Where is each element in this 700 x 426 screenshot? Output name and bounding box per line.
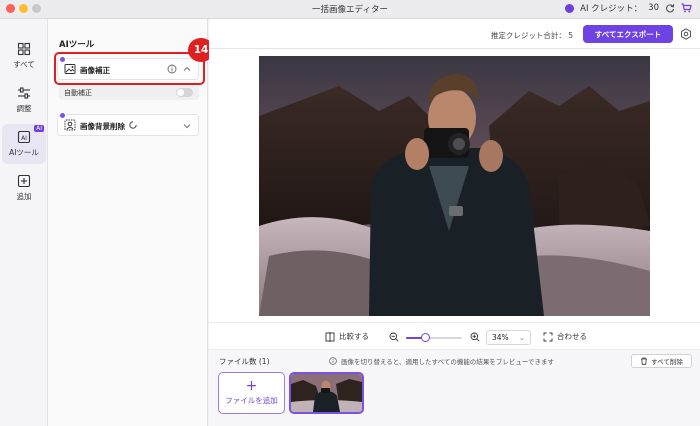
chevron-down-icon: ⌄ [518, 333, 525, 342]
add-file-button[interactable]: + ファイルを追加 [218, 372, 285, 414]
rail-item-all[interactable]: すべて [2, 36, 46, 76]
credit-area: AI クレジット： 30 [565, 2, 692, 14]
ai-icon: AI [17, 130, 31, 144]
fit-button[interactable]: 合わせる [543, 331, 587, 342]
fit-screen-icon [543, 332, 553, 341]
panel-title: AIツール [59, 40, 95, 50]
rail-item-add[interactable]: 追加 [2, 168, 46, 208]
plus-icon: + [245, 378, 258, 394]
trash-icon [641, 357, 648, 365]
svg-text:AI: AI [21, 135, 27, 142]
sliders-icon [18, 87, 30, 99]
compare-button[interactable]: 比較する [325, 331, 369, 342]
zoom-slider[interactable] [406, 333, 462, 342]
rail-label-adjust: 調整 [16, 104, 32, 113]
background-remove-icon [64, 119, 76, 131]
settings-icon[interactable] [680, 28, 692, 40]
rail-item-ai-tools[interactable]: AI AI AIツール [2, 124, 46, 164]
plus-square-icon [17, 174, 31, 188]
fit-label: 合わせる [557, 332, 587, 341]
rail-item-adjust[interactable]: 調整 [2, 80, 46, 120]
title-bar: 一括画像エディター AI クレジット： 30 [0, 0, 700, 19]
new-badge-dot [59, 112, 66, 119]
rail-label-ai-tools: AIツール [9, 148, 39, 157]
compare-label: 比較する [339, 332, 369, 341]
zoom-out-icon[interactable] [389, 332, 399, 342]
zoom-level-value: 34% [492, 333, 509, 342]
file-count: ファイル数 (1) [219, 357, 270, 366]
zoom-slider-knob[interactable] [421, 333, 430, 342]
estimated-credits: 推定クレジット合計： 5 [491, 30, 573, 41]
tool-label-background-remove: 画像背景削除 [80, 122, 125, 131]
delete-all-label: すべて削除 [651, 358, 683, 366]
preview-canvas [209, 49, 700, 322]
step-highlight [54, 52, 205, 85]
loading-icon [129, 121, 137, 129]
auto-enhance-toggle[interactable] [176, 88, 193, 97]
auto-enhance-row: 自動補正 [59, 85, 199, 100]
ai-credit-icon [565, 3, 575, 13]
zoom-toolbar: 比較する 34% ⌄ 合わせる [209, 322, 700, 350]
delete-all-button[interactable]: すべて削除 [631, 354, 692, 368]
file-thumbnail[interactable] [289, 372, 364, 414]
credit-label: AI クレジット： [580, 4, 643, 14]
main-top-bar: 推定クレジット合計： 5 すべてエクスポート [209, 19, 700, 49]
tool-card-background-remove[interactable]: 画像背景削除 [57, 112, 199, 136]
zoom-level-select[interactable]: 34% ⌄ [486, 330, 531, 345]
estimated-credits-label: 推定クレジット合計： [490, 31, 566, 40]
cart-icon[interactable] [681, 3, 692, 13]
zoom-in-icon[interactable] [470, 332, 480, 342]
credit-value: 30 [648, 3, 659, 13]
auto-enhance-label: 自動補正 [64, 89, 92, 97]
rail-label-add: 追加 [16, 192, 32, 201]
file-strip: ファイル数 (1) 画像を切り替えると、適用したすべての機能の結果をプレビューで… [209, 350, 700, 426]
ai-badge: AI [34, 125, 44, 132]
compare-icon [325, 331, 335, 342]
add-file-label: ファイルを追加 [225, 396, 278, 405]
export-all-button[interactable]: すべてエクスポート [583, 25, 673, 43]
thumbnail-image [291, 374, 362, 412]
left-rail: すべて 調整 AI AI AIツール 追加 [0, 19, 48, 426]
file-info-text: 画像を切り替えると、適用したすべての機能の結果をプレビューできます [341, 358, 554, 366]
grid-icon [17, 42, 31, 56]
estimated-credits-value: 5 [568, 31, 573, 40]
refresh-icon[interactable] [665, 3, 675, 13]
info-icon [329, 357, 337, 365]
preview-image[interactable] [259, 56, 650, 316]
chevron-down-icon[interactable] [183, 123, 191, 129]
file-info: 画像を切り替えると、適用したすべての機能の結果をプレビューできます [329, 356, 554, 366]
rail-label-all: すべて [13, 60, 35, 69]
